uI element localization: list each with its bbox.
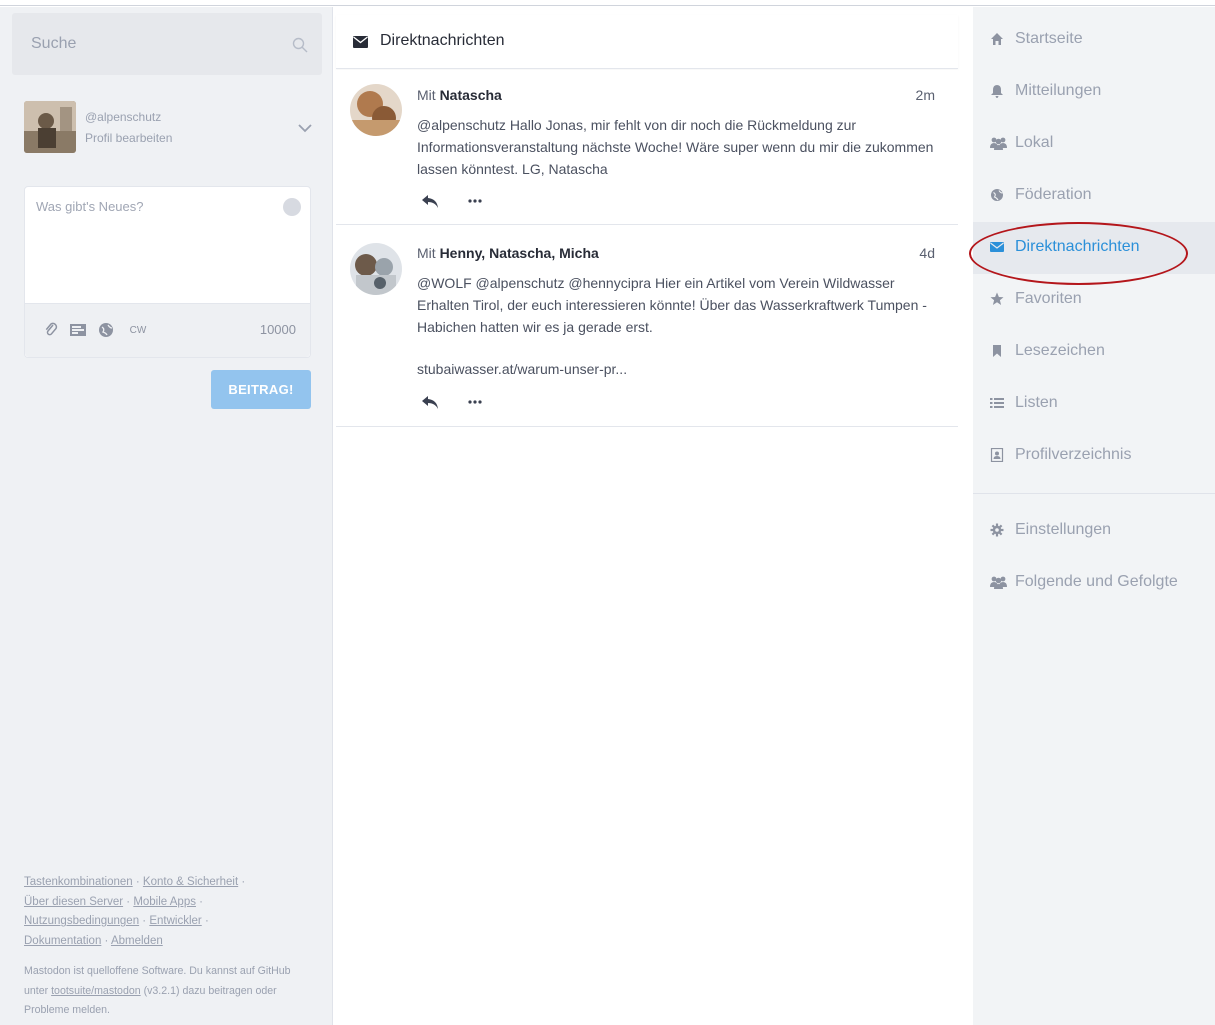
conversation-time[interactable]: 2m	[916, 87, 935, 103]
conversation-participants: Mit Henny, Natascha, Micha	[417, 245, 599, 261]
more-options-icon[interactable]	[468, 400, 482, 404]
avatar-image	[24, 101, 76, 153]
avatar-image	[350, 243, 402, 295]
participants-prefix: Mit	[417, 87, 436, 103]
nav-label: Direktnachrichten	[1015, 238, 1140, 255]
nav-label: Mitteilungen	[1015, 82, 1102, 99]
nav-item-follows[interactable]: Folgende und Gefolgte	[973, 557, 1215, 609]
conversation-link[interactable]: stubaiwasser.at/warum-unser-pr...	[417, 358, 937, 380]
nav-item-favourites[interactable]: Favoriten	[973, 274, 1215, 326]
account-panel: @alpenschutz Profil bearbeiten	[24, 101, 319, 157]
globe-icon[interactable]	[97, 321, 115, 339]
publish-button[interactable]: BEITRAG!	[211, 370, 311, 409]
conversation-text[interactable]: @alpenschutz Hallo Jonas, mir fehlt von …	[417, 114, 937, 180]
nav-label: Lokal	[1015, 134, 1054, 151]
poll-icon[interactable]	[69, 321, 87, 339]
nav-item-profile-directory[interactable]: Profilverzeichnis	[973, 430, 1215, 482]
conversation-actions	[420, 193, 500, 211]
nav-item-lists[interactable]: Listen	[973, 378, 1215, 430]
nav-item-federation[interactable]: Föderation	[973, 170, 1215, 222]
chevron-down-icon[interactable]	[297, 122, 313, 134]
users-icon	[990, 137, 1007, 150]
avatar[interactable]	[24, 101, 76, 153]
compose-textarea[interactable]	[25, 187, 310, 305]
conversation-avatar[interactable]	[350, 243, 402, 295]
github-link[interactable]: tootsuite/mastodon	[51, 985, 141, 997]
footer-links: Tastenkombinationen · Konto & Sicherheit…	[24, 876, 246, 947]
bell-icon	[991, 85, 1003, 98]
conversation-item[interactable]: Mit Henny, Natascha, Micha 4d @WOLF @alp…	[336, 226, 958, 427]
list-icon	[990, 398, 1004, 408]
footer-link-logout[interactable]: Abmelden	[111, 935, 163, 947]
conversation-time[interactable]: 4d	[919, 245, 935, 261]
account-handle[interactable]: @alpenschutz	[85, 110, 161, 124]
participants-names[interactable]: Henny, Natascha, Micha	[440, 245, 599, 261]
avatar-image	[350, 84, 402, 136]
compose-form: CW 10000	[24, 186, 311, 358]
edit-profile-link[interactable]: Profil bearbeiten	[85, 131, 172, 145]
search-icon[interactable]	[292, 37, 308, 53]
nav-label: Lesezeichen	[1015, 342, 1105, 359]
column-header[interactable]: Direktnachrichten	[336, 15, 958, 69]
home-icon	[991, 33, 1003, 45]
footer-link-terms[interactable]: Nutzungsbedingungen	[24, 915, 139, 927]
search-box[interactable]	[12, 13, 322, 75]
nav-label: Favoriten	[1015, 290, 1082, 307]
address-book-icon	[990, 448, 1004, 462]
footer-link-account[interactable]: Konto & Sicherheit	[143, 876, 238, 888]
nav-item-local[interactable]: Lokal	[973, 118, 1215, 170]
participants-names[interactable]: Natascha	[440, 87, 502, 103]
conversation-actions	[420, 394, 500, 412]
main-column: Direktnachrichten Mit Natascha 2m @alpen…	[333, 7, 973, 1025]
gear-icon	[990, 523, 1004, 537]
content-warning-button[interactable]: CW	[126, 321, 150, 339]
more-options-icon[interactable]	[468, 199, 482, 203]
emoji-picker-icon[interactable]	[283, 198, 301, 216]
nav-label: Startseite	[1015, 30, 1083, 47]
envelope-icon	[990, 242, 1004, 252]
conversation-participants: Mit Natascha	[417, 87, 502, 103]
globe-icon	[991, 189, 1003, 201]
nav-item-direct-messages[interactable]: Direktnachrichten	[973, 222, 1215, 274]
footer-link-apps[interactable]: Mobile Apps	[133, 896, 196, 908]
window-top-border	[0, 0, 1215, 6]
character-counter: 10000	[259, 322, 296, 337]
column-title: Direktnachrichten	[380, 32, 505, 49]
reply-icon[interactable]	[420, 193, 440, 209]
nav-item-settings[interactable]: Einstellungen	[973, 505, 1215, 557]
paperclip-icon[interactable]	[44, 321, 58, 339]
footer-link-developers[interactable]: Entwickler	[149, 915, 201, 927]
participants-prefix: Mit	[417, 245, 436, 261]
footer-link-shortcuts[interactable]: Tastenkombinationen	[24, 876, 133, 888]
nav-item-bookmarks[interactable]: Lesezeichen	[973, 326, 1215, 378]
left-column: @alpenschutz Profil bearbeiten CW 10000	[0, 7, 333, 1025]
nav-label: Föderation	[1015, 186, 1092, 203]
compose-toolbar: CW 10000	[25, 303, 310, 357]
nav-label: Profilverzeichnis	[1015, 446, 1132, 463]
bookmark-icon	[993, 345, 1001, 357]
conversation-avatar[interactable]	[350, 84, 402, 136]
search-input[interactable]	[12, 13, 322, 75]
footer-link-about[interactable]: Über diesen Server	[24, 896, 123, 908]
footer-link-docs[interactable]: Dokumentation	[24, 935, 101, 947]
conversation-item[interactable]: Mit Natascha 2m @alpenschutz Hallo Jonas…	[336, 70, 958, 225]
reply-icon[interactable]	[420, 394, 440, 410]
nav-label: Einstellungen	[1015, 521, 1112, 538]
nav-item-home[interactable]: Startseite	[973, 14, 1215, 66]
conversation-text[interactable]: @WOLF @alpenschutz @hennycipra Hier ein …	[417, 272, 937, 338]
envelope-icon	[353, 36, 368, 48]
star-icon	[990, 292, 1004, 305]
navigation-panel: Startseite Mitteilungen Lokal Föderation…	[973, 7, 1215, 1025]
nav-label: Folgende und Gefolgte	[1015, 573, 1178, 590]
version-text: (v3.2.1)	[143, 984, 180, 997]
footer-about: Mastodon ist quelloffene Software. Du ka…	[24, 962, 316, 1021]
users-icon	[990, 576, 1007, 589]
nav-divider	[973, 493, 1215, 494]
nav-label: Listen	[1015, 394, 1058, 411]
nav-item-notifications[interactable]: Mitteilungen	[973, 66, 1215, 118]
